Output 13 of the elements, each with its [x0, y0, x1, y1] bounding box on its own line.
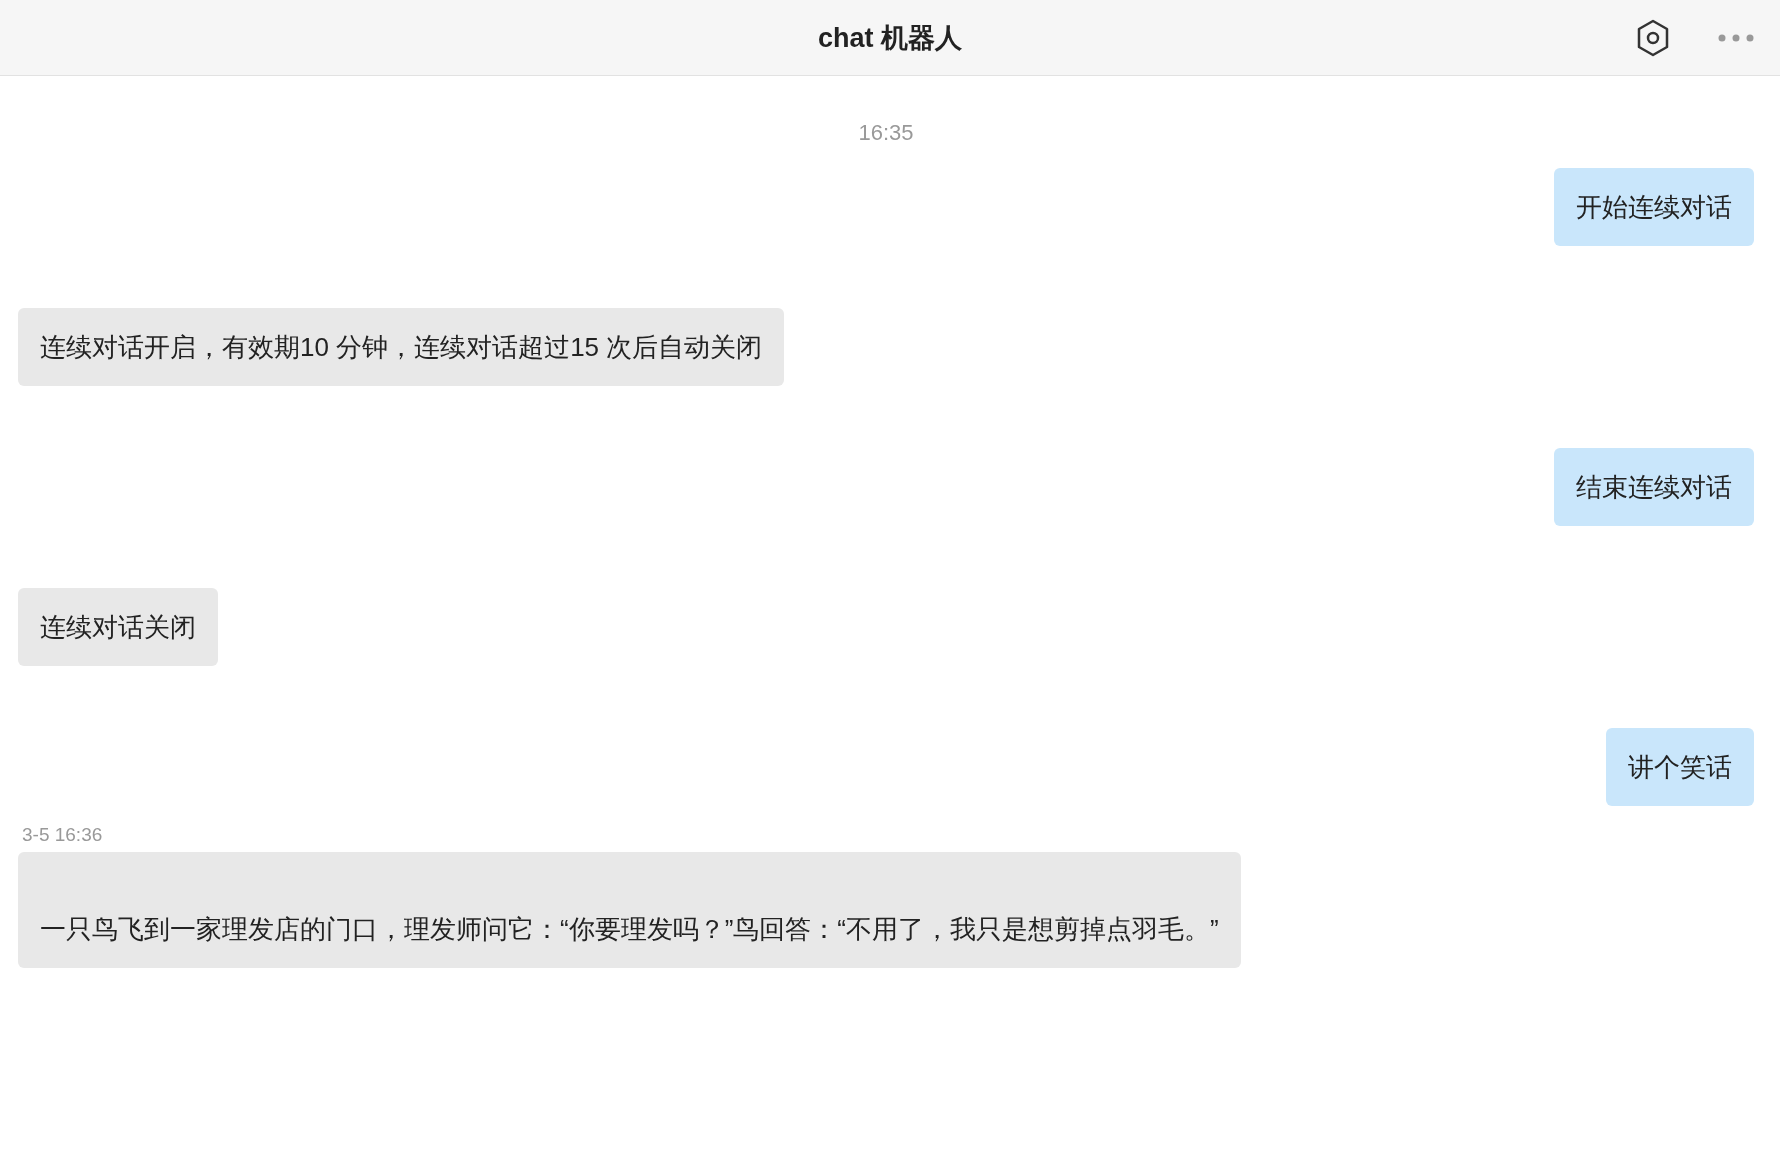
more-icon — [1718, 33, 1754, 42]
user-message: 开始连续对话 — [1554, 168, 1754, 246]
user-message: 讲个笑话 — [1606, 728, 1754, 806]
bot-message: 连续对话开启，有效期10 分钟，连续对话超过15 次后自动关闭 — [18, 308, 785, 386]
settings-icon — [1636, 18, 1670, 57]
settings-button[interactable] — [1636, 18, 1670, 57]
user-message: 结束连续对话 — [1554, 448, 1754, 526]
bot-message: 连续对话关闭 — [18, 588, 218, 666]
window-title: chat 机器人 — [818, 21, 962, 55]
message-time: 3-5 16:36 — [22, 824, 104, 846]
time-divider: 16:35 — [858, 120, 914, 146]
more-button[interactable] — [1718, 33, 1754, 42]
bot-message: 一只鸟飞到一家理发店的门口，理发师问它：“你要理发吗？”鸟回答：“不用了，我只是想剪掉点羽毛。” — [18, 852, 1241, 968]
